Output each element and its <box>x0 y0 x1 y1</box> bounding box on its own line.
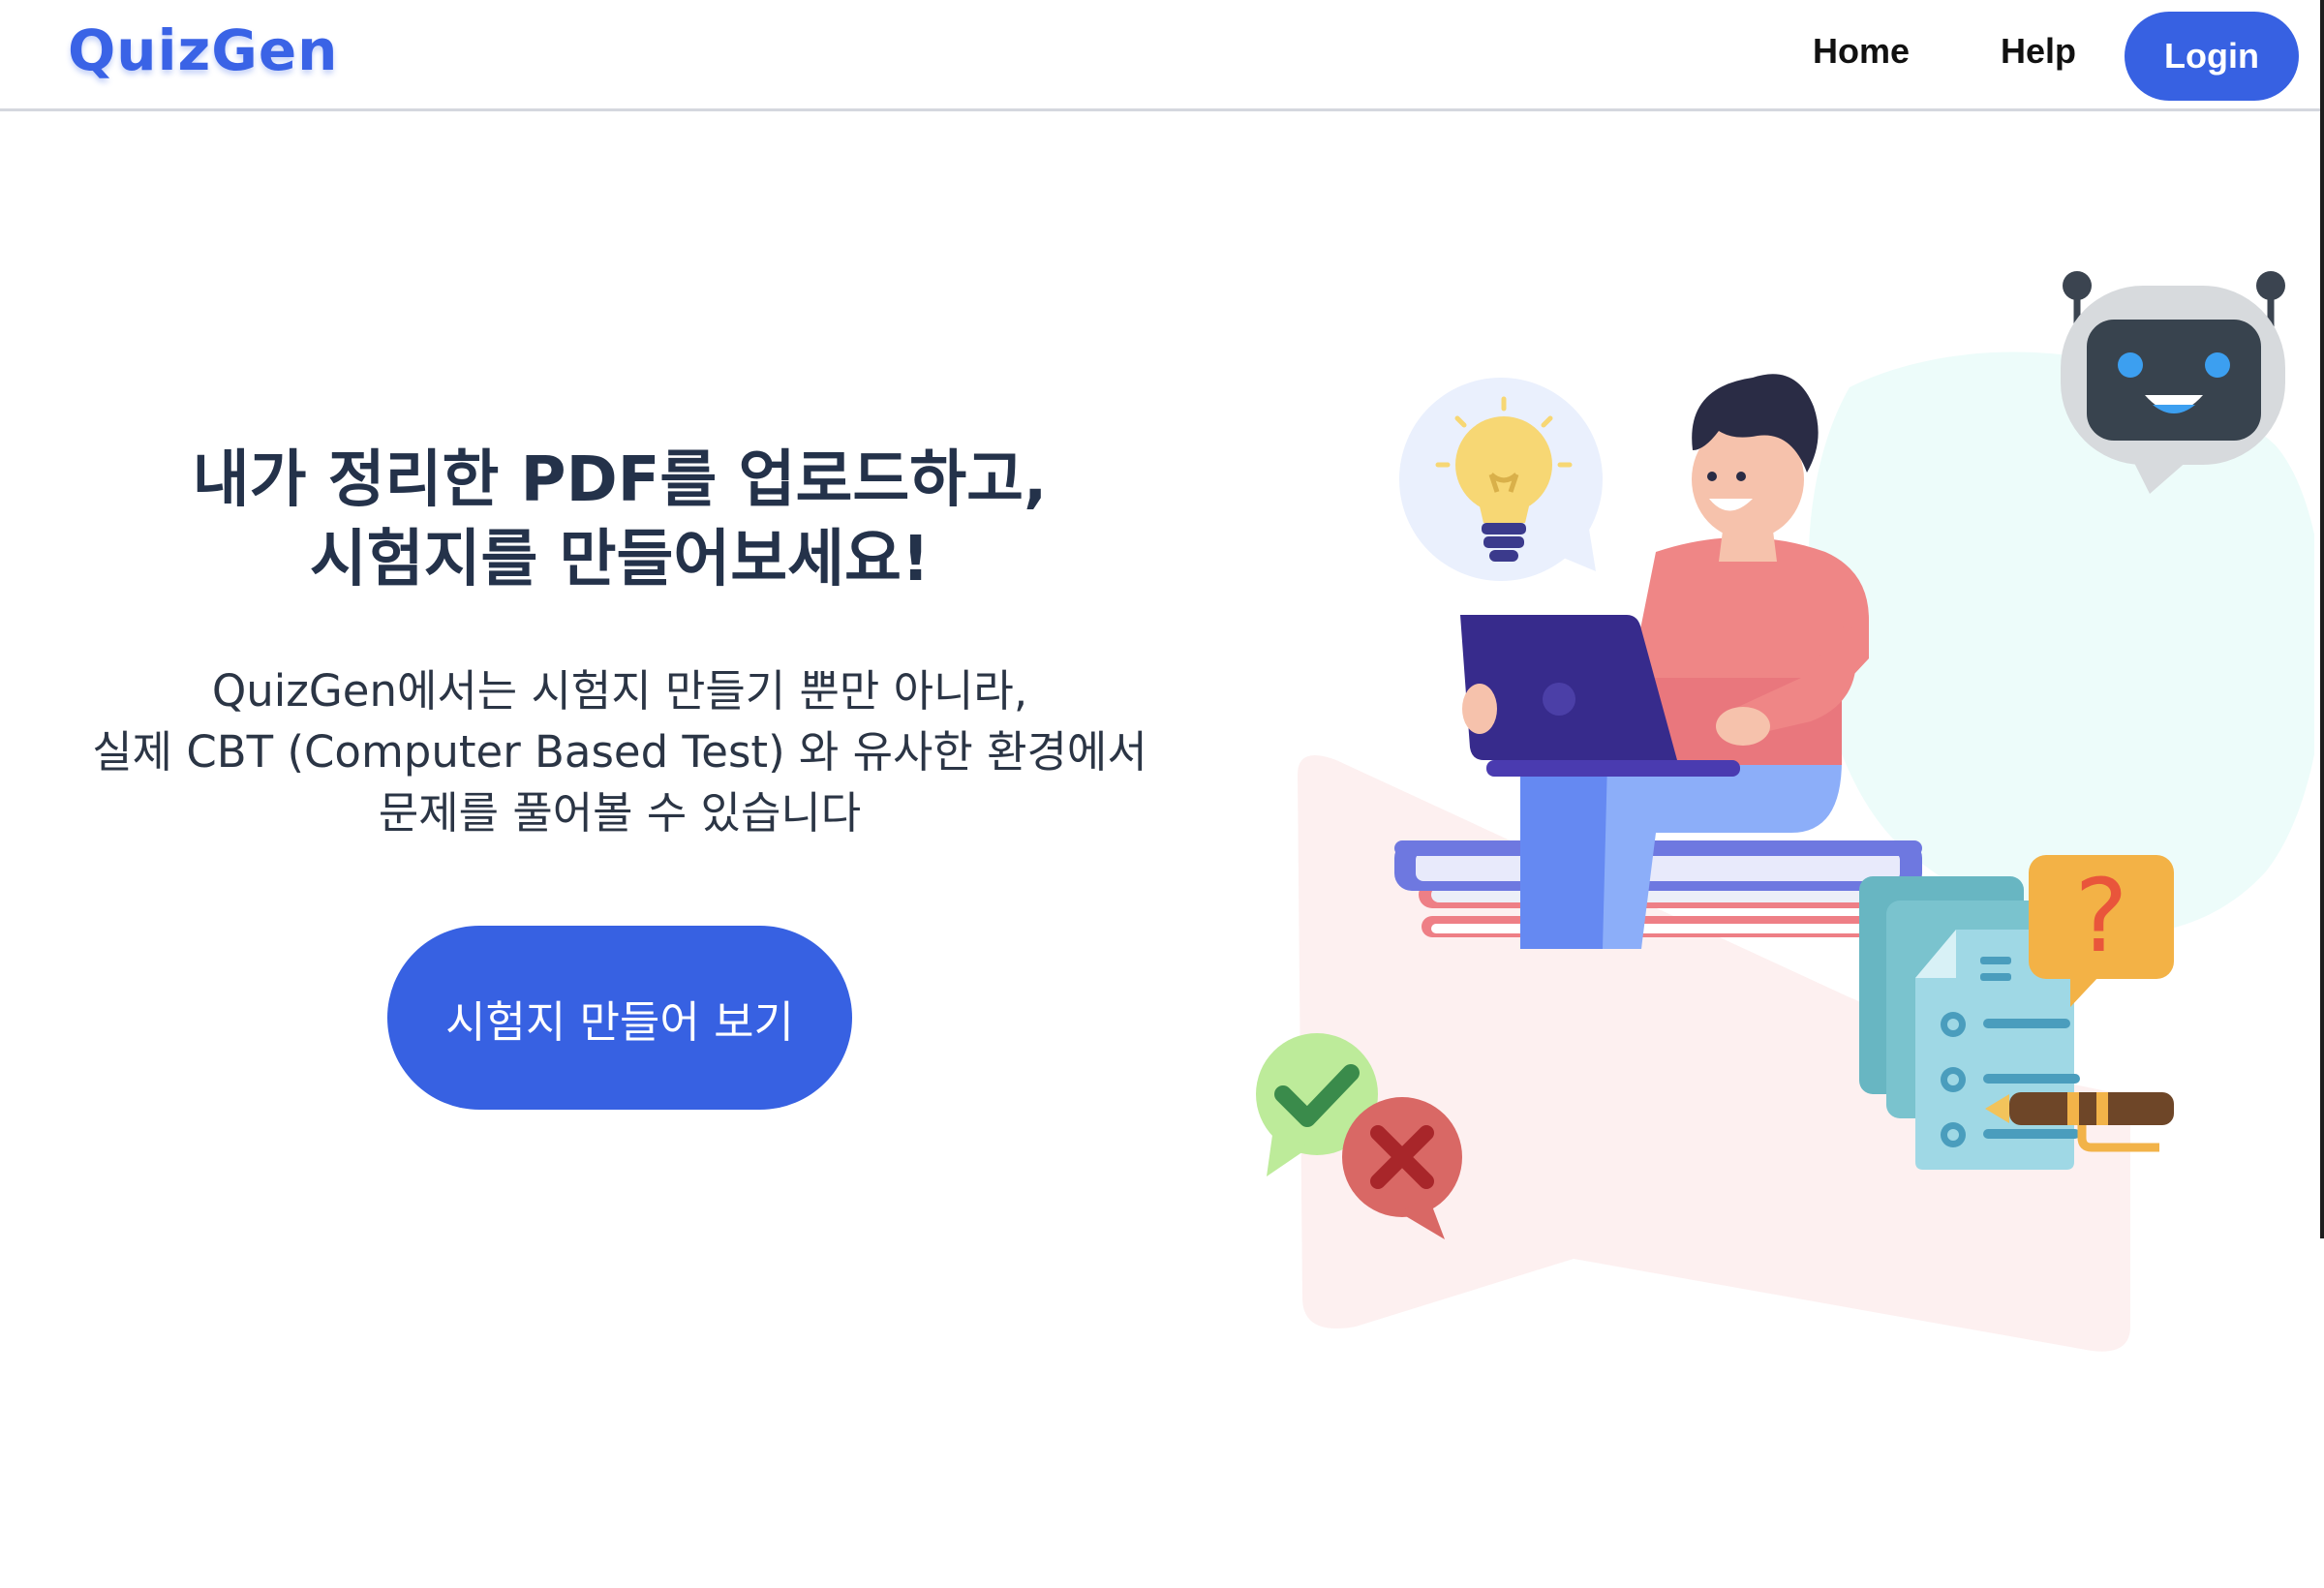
hero-title: 내가 정리한 PDF를 업로드하고, 시험지를 만들어보세요! <box>39 441 1201 599</box>
hero-illustration: ? <box>1256 271 2314 1352</box>
hero-desc-line: 실제 CBT (Computer Based Test) 와 유사한 환경에서 <box>92 726 1147 778</box>
hero-desc-line: 문제를 풀어볼 수 있습니다 <box>378 787 862 839</box>
hero-title-line: 시험지를 만들어보세요! <box>309 524 931 596</box>
hero-description: QuizGen에서는 시험지 만들기 뿐만 아니라, 실제 CBT (Compu… <box>39 660 1201 843</box>
login-button[interactable]: Login <box>2125 12 2299 101</box>
top-navbar: QuizGen Home Help Login <box>0 0 2324 111</box>
window-edge <box>2320 0 2324 1588</box>
create-exam-button[interactable]: 시험지 만들어 보기 <box>387 926 852 1110</box>
nav-home-link[interactable]: Home <box>1813 31 1910 72</box>
question-mark: ? <box>2074 857 2127 975</box>
landing-page: QuizGen Home Help Login 내가 정리한 PDF를 업로드하… <box>0 0 2324 1588</box>
quizgen-logo[interactable]: QuizGen <box>68 17 338 83</box>
hero-title-line: 내가 정리한 PDF를 업로드하고, <box>192 444 1048 516</box>
book-stack <box>1394 840 1922 937</box>
nav-help-link[interactable]: Help <box>2001 31 2076 72</box>
hero-desc-line: QuizGen에서는 시험지 만들기 뿐만 아니라, <box>211 665 1028 717</box>
lightbulb-icon <box>1399 378 1603 581</box>
